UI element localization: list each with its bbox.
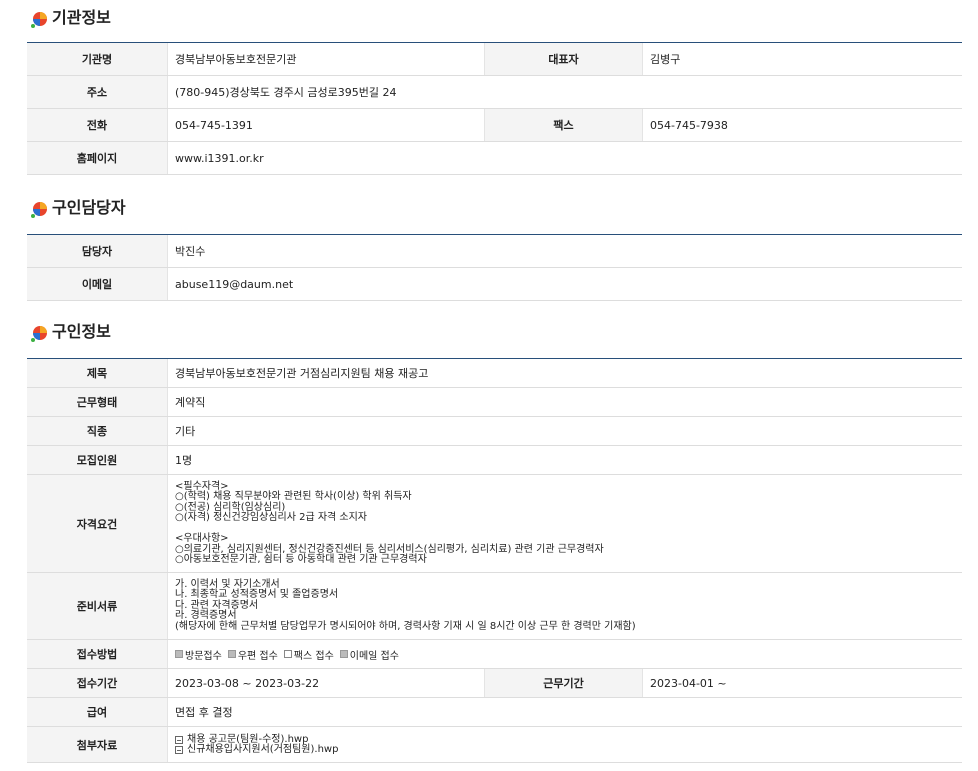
subject-label: 제목 bbox=[27, 359, 167, 387]
method-fax-checkbox: 팩스 접수 bbox=[283, 647, 334, 662]
table-row: 홈페이지 www.i1391.or.kr bbox=[27, 142, 962, 175]
attachments-label: 첨부자료 bbox=[27, 727, 167, 762]
workperiod-label: 근무기간 bbox=[484, 669, 642, 697]
table-row: 제목 경북남부아동보호전문기관 거점심리지원팀 채용 재공고 bbox=[27, 359, 962, 388]
checkbox-icon bbox=[175, 650, 183, 658]
job-section-title: 구인정보 bbox=[0, 319, 978, 345]
table-row: 자격요건 <필수자격> ○(학력) 채용 직무분야와 관련된 학사(이상) 학위… bbox=[27, 475, 962, 573]
table-row: 이메일 abuse119@daum.net bbox=[27, 268, 962, 301]
phone-value: 054-745-1391 bbox=[167, 109, 484, 141]
method-label: 접수방법 bbox=[27, 640, 167, 668]
table-row: 급여 면접 후 결정 bbox=[27, 698, 962, 727]
documents-label: 준비서류 bbox=[27, 573, 167, 639]
table-row: 첨부자료 채용 공고문(팀원-수정).hwp 신규채용입사지원서(거점팀원).h… bbox=[27, 727, 962, 763]
method-value: 방문접수 우편 접수 팩스 접수 이메일 접수 bbox=[167, 640, 962, 668]
section-bullet-icon bbox=[31, 326, 47, 342]
table-row: 담당자 박진수 bbox=[27, 235, 962, 268]
table-row: 준비서류 가. 이력서 및 자기소개서 나. 최종학교 성적증명서 및 졸업증명… bbox=[27, 573, 962, 640]
agency-table: 기관명 경북남부아동보호전문기관 대표자 김병구 주소 (780-945)경상북… bbox=[27, 42, 962, 175]
attachment-link[interactable]: 채용 공고문(팀원-수정).hwp bbox=[175, 734, 308, 745]
homepage-link[interactable]: www.i1391.or.kr bbox=[167, 142, 962, 174]
table-row: 직종 기타 bbox=[27, 417, 962, 446]
phone-label: 전화 bbox=[27, 109, 167, 141]
table-row: 기관명 경북남부아동보호전문기관 대표자 김병구 bbox=[27, 43, 962, 76]
worktype-value: 계약직 bbox=[167, 388, 962, 416]
job-table: 제목 경북남부아동보호전문기관 거점심리지원팀 채용 재공고 근무형태 계약직 … bbox=[27, 358, 962, 763]
worktype-label: 근무형태 bbox=[27, 388, 167, 416]
salary-value: 면접 후 결정 bbox=[167, 698, 962, 726]
file-icon bbox=[175, 735, 183, 744]
address-label: 주소 bbox=[27, 76, 167, 108]
table-row: 주소 (780-945)경상북도 경주시 금성로395번길 24 bbox=[27, 76, 962, 109]
qualification-line: ○아동보호전문기관, 쉼터 등 아동학대 관련 기관 근무경력자 bbox=[175, 554, 427, 565]
qualification-value: <필수자격> ○(학력) 채용 직무분야와 관련된 학사(이상) 학위 취득자 … bbox=[167, 475, 962, 572]
checkbox-icon bbox=[283, 650, 292, 658]
qualification-line: <우대사항> bbox=[175, 533, 229, 544]
contact-section-title: 구인담당자 bbox=[0, 195, 978, 221]
rep-label: 대표자 bbox=[484, 43, 642, 75]
table-row: 접수기간 2023-03-08 ~ 2023-03-22 근무기간 2023-0… bbox=[27, 669, 962, 698]
table-row: 접수방법 방문접수 우편 접수 팩스 접수 이메일 접수 bbox=[27, 640, 962, 669]
table-row: 모집인원 1명 bbox=[27, 446, 962, 475]
fax-label: 팩스 bbox=[484, 109, 642, 141]
person-value: 박진수 bbox=[167, 235, 962, 267]
qualification-line: ○(학력) 채용 직무분야와 관련된 학사(이상) 학위 취득자 bbox=[175, 491, 412, 502]
subject-value: 경북남부아동보호전문기관 거점심리지원팀 채용 재공고 bbox=[167, 359, 962, 387]
category-value: 기타 bbox=[167, 417, 962, 445]
method-visit-checkbox: 방문접수 bbox=[175, 647, 222, 662]
attachments-value: 채용 공고문(팀원-수정).hwp 신규채용입사지원서(거점팀원).hwp bbox=[167, 727, 962, 762]
table-row: 근무형태 계약직 bbox=[27, 388, 962, 417]
person-label: 담당자 bbox=[27, 235, 167, 267]
headcount-label: 모집인원 bbox=[27, 446, 167, 474]
documents-value: 가. 이력서 및 자기소개서 나. 최종학교 성적증명서 및 졸업증명서 다. … bbox=[167, 573, 962, 639]
method-email-checkbox: 이메일 접수 bbox=[339, 647, 399, 662]
homepage-label: 홈페이지 bbox=[27, 142, 167, 174]
contact-table: 담당자 박진수 이메일 abuse119@daum.net bbox=[27, 234, 962, 301]
table-row: 전화 054-745-1391 팩스 054-745-7938 bbox=[27, 109, 962, 142]
email-value[interactable]: abuse119@daum.net bbox=[167, 268, 962, 300]
agency-name: 경북남부아동보호전문기관 bbox=[167, 43, 484, 75]
salary-label: 급여 bbox=[27, 698, 167, 726]
checkbox-icon bbox=[227, 650, 236, 658]
qualification-line: ○(자격) 정신건강임상심리사 2급 자격 소지자 bbox=[175, 512, 368, 523]
period-value: 2023-03-08 ~ 2023-03-22 bbox=[167, 669, 484, 697]
section-bullet-icon bbox=[31, 12, 47, 28]
email-label: 이메일 bbox=[27, 268, 167, 300]
address-value: (780-945)경상북도 경주시 금성로395번길 24 bbox=[167, 76, 962, 108]
method-mail-checkbox: 우편 접수 bbox=[227, 647, 278, 662]
attachment-link[interactable]: 신규채용입사지원서(거점팀원).hwp bbox=[175, 744, 338, 755]
rep-value: 김병구 bbox=[642, 43, 962, 75]
file-icon bbox=[175, 745, 183, 754]
period-label: 접수기간 bbox=[27, 669, 167, 697]
category-label: 직종 bbox=[27, 417, 167, 445]
agency-name-label: 기관명 bbox=[27, 43, 167, 75]
headcount-value: 1명 bbox=[167, 446, 962, 474]
documents-line: (해당자에 한해 근무처별 담당업무가 명시되어야 하며, 경력사항 기재 시 … bbox=[175, 620, 636, 632]
agency-section-title: 기관정보 bbox=[0, 5, 978, 31]
fax-value: 054-745-7938 bbox=[642, 109, 962, 141]
checkbox-icon bbox=[339, 650, 348, 658]
qualification-label: 자격요건 bbox=[27, 475, 167, 572]
workperiod-value: 2023-04-01 ~ bbox=[642, 669, 962, 697]
section-bullet-icon bbox=[31, 202, 47, 218]
